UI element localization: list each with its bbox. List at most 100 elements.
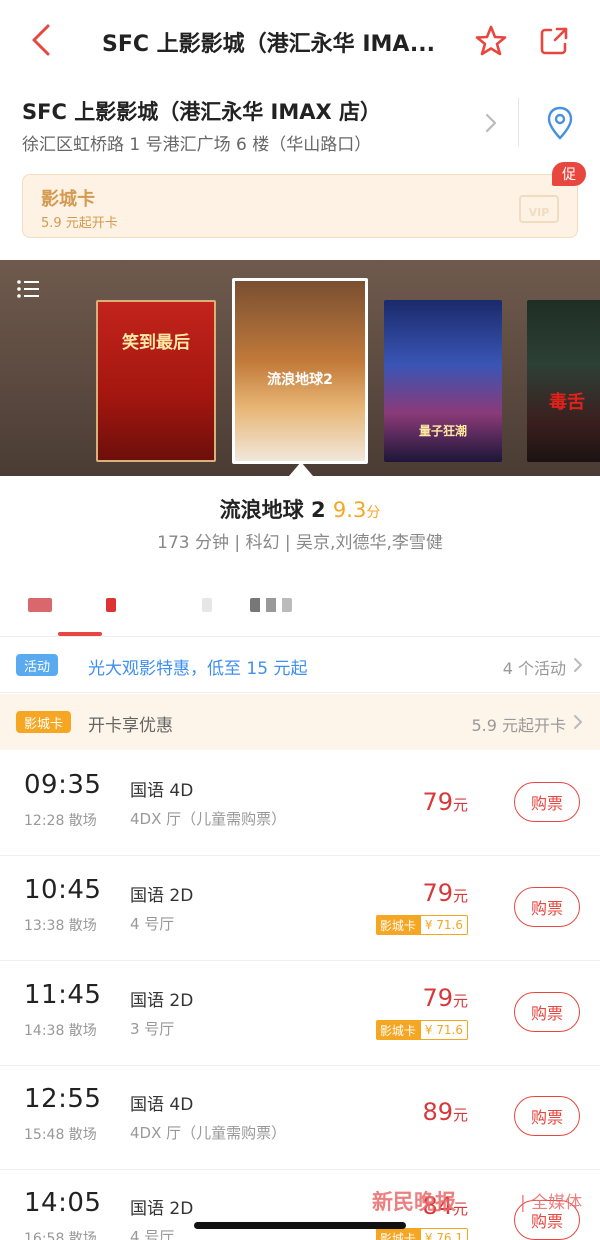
poster-title: 笑到最后 [122, 333, 190, 353]
home-indicator [194, 1222, 406, 1229]
chevron-right-icon [574, 658, 582, 672]
movie-score: 9.3 [332, 498, 367, 522]
price-value: 79 [422, 788, 453, 816]
date-tab-1[interactable] [28, 598, 52, 612]
end-time: 16:58 散场 [24, 1231, 97, 1240]
divider [518, 98, 519, 146]
poster-title: 流浪地球2 [267, 372, 333, 388]
ticket-price: 79元 [422, 879, 468, 907]
card-price: 影城卡 ¥ 71.6 [375, 1020, 468, 1040]
card-tag: 影城卡 [16, 711, 72, 733]
poster-carousel[interactable]: 笑到最后 流浪地球2 量子狂潮 毒舌 [0, 260, 600, 476]
buy-ticket-button[interactable]: 购票 [514, 1096, 580, 1136]
share-icon[interactable] [537, 24, 571, 58]
ticket-price: 79元 [422, 788, 468, 816]
date-tab-3[interactable] [202, 598, 212, 612]
end-time: 14:38 散场 [24, 1023, 97, 1039]
price-value: 79 [422, 879, 453, 907]
language-format: 国语 2D [130, 991, 194, 1011]
card-price-tag: 影城卡 [375, 1228, 420, 1240]
showtime-row[interactable]: 10:45 13:38 散场 国语 2D 4 号厅 79元 影城卡 ¥ 71.6… [0, 857, 600, 961]
language-format: 国语 4D [130, 781, 194, 801]
movie-poster[interactable]: 笑到最后 [96, 300, 216, 462]
chevron-right-icon [574, 715, 582, 729]
showtime-row[interactable]: 14:05 16:58 散场 国语 2D 4 号厅 84元 影城卡 ¥ 76.1… [0, 1170, 600, 1240]
score-unit: 分 [366, 505, 381, 521]
hall-name: 4 号厅 [130, 1228, 175, 1240]
list-menu-icon[interactable] [16, 278, 40, 300]
card-price-value: ¥ 76.1 [419, 1228, 468, 1240]
movie-title: 流浪地球 2 [219, 498, 326, 522]
card-price-tag: 影城卡 [375, 915, 420, 935]
start-time: 09:35 [24, 770, 102, 800]
promo-badge: 促 [552, 162, 586, 186]
ticket-price: 89元 [422, 1098, 468, 1126]
top-nav-bar: SFC 上影影城（港汇永华 IMA... [0, 0, 600, 84]
buy-ticket-button[interactable]: 购票 [514, 782, 580, 822]
card-price-tag: 影城卡 [375, 1020, 420, 1040]
movie-poster[interactable]: 毒舌 [527, 300, 600, 462]
date-tab-4[interactable] [250, 598, 292, 612]
buy-ticket-button[interactable]: 购票 [514, 992, 580, 1032]
activity-row[interactable]: 活动 光大观影特惠，低至 15 元起 4 个活动 [0, 637, 600, 693]
end-time: 12:28 散场 [24, 813, 97, 829]
card-subtitle: 5.9 元起开卡 [41, 216, 118, 231]
card-price-value: ¥ 71.6 [419, 1020, 468, 1040]
start-time: 11:45 [24, 980, 102, 1010]
vip-card-icon: VIP [519, 195, 559, 223]
star-icon[interactable] [474, 24, 508, 58]
card-offer-price: 5.9 元起开卡 [471, 716, 566, 735]
page-title: SFC 上影影城（港汇永华 IMA... [102, 32, 435, 57]
start-time: 14:05 [24, 1188, 102, 1218]
language-format: 国语 4D [130, 1095, 194, 1115]
hall-name: 4DX 厅（儿童需购票） [130, 810, 287, 828]
card-offer-text: 开卡享优惠 [88, 716, 173, 736]
activity-count: 4 个活动 [502, 659, 566, 678]
cinema-info[interactable]: SFC 上影影城（港汇永华 IMAX 店） 徐汇区虹桥路 1 号港汇广场 6 楼… [0, 84, 600, 162]
hall-name: 4DX 厅（儿童需购票） [130, 1124, 287, 1142]
hall-name: 4 号厅 [130, 915, 175, 933]
showtime-row[interactable]: 09:35 12:28 散场 国语 4D 4DX 厅（儿童需购票） 79元 购票 [0, 752, 600, 856]
date-tab-2[interactable] [106, 598, 116, 612]
price-unit: 元 [452, 887, 468, 905]
card-offer-row[interactable]: 影城卡 开卡享优惠 5.9 元起开卡 [0, 694, 600, 750]
movie-poster-selected[interactable]: 流浪地球2 [232, 278, 368, 464]
watermark-text: 新民晚报 [372, 1190, 456, 1214]
end-time: 13:38 散场 [24, 918, 97, 934]
location-pin-icon[interactable] [545, 106, 575, 140]
date-tabs [0, 590, 600, 636]
ticket-price: 79元 [422, 984, 468, 1012]
price-unit: 元 [452, 796, 468, 814]
selected-poster-caret [289, 462, 313, 476]
start-time: 12:55 [24, 1084, 102, 1114]
cinema-card-banner[interactable]: 影城卡 5.9 元起开卡 VIP [22, 174, 578, 238]
card-price-value: ¥ 71.6 [419, 915, 468, 935]
end-time: 15:48 散场 [24, 1127, 97, 1143]
cinema-name: SFC 上影影城（港汇永华 IMAX 店） [22, 100, 381, 124]
price-value: 89 [422, 1098, 453, 1126]
card-price: 影城卡 ¥ 76.1 [375, 1228, 468, 1240]
movie-title-line: 流浪地球 2 9.3分 [0, 494, 600, 524]
showtime-row[interactable]: 12:55 15:48 散场 国语 4D 4DX 厅（儿童需购票） 89元 购票 [0, 1066, 600, 1170]
buy-ticket-button[interactable]: 购票 [514, 887, 580, 927]
poster-title: 毒舌 [549, 392, 585, 413]
showtime-row[interactable]: 11:45 14:38 散场 国语 2D 3 号厅 79元 影城卡 ¥ 71.6… [0, 962, 600, 1066]
hall-name: 3 号厅 [130, 1020, 175, 1038]
price-unit: 元 [452, 1106, 468, 1124]
card-title: 影城卡 [41, 189, 95, 210]
back-arrow-icon[interactable] [26, 22, 58, 58]
movie-poster[interactable]: 量子狂潮 [384, 300, 502, 462]
activity-tag: 活动 [16, 654, 59, 676]
chevron-right-icon[interactable] [482, 112, 500, 134]
language-format: 国语 2D [130, 1199, 194, 1219]
movie-info: 流浪地球 2 9.3分 173 分钟 | 科幻 | 吴京,刘德华,李雪健 [0, 476, 600, 566]
language-format: 国语 2D [130, 886, 194, 906]
movie-details: 173 分钟 | 科幻 | 吴京,刘德华,李雪健 [157, 533, 443, 553]
start-time: 10:45 [24, 875, 102, 905]
activity-text: 光大观影特惠，低至 15 元起 [88, 659, 308, 679]
watermark-subtext: | 全媒体 [520, 1193, 583, 1213]
price-value: 79 [422, 984, 453, 1012]
price-unit: 元 [452, 992, 468, 1010]
poster-title: 量子狂潮 [418, 424, 467, 438]
cinema-address: 徐汇区虹桥路 1 号港汇广场 6 楼（华山路口） [22, 135, 372, 155]
